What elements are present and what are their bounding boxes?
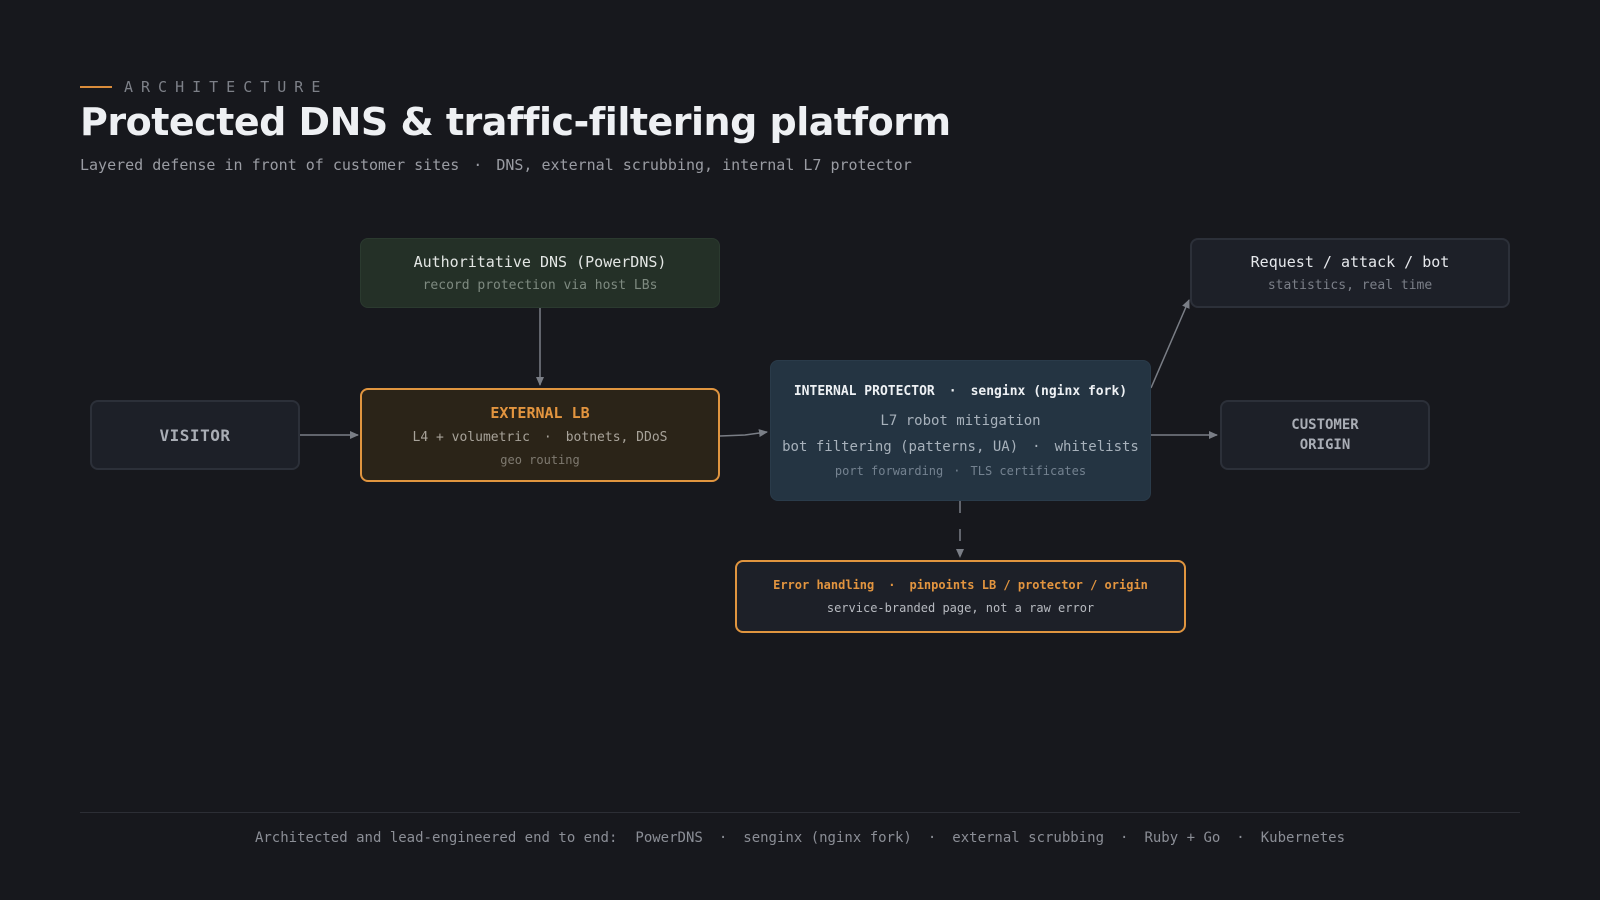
footer-credits: Architected and lead-engineered end to e… [0, 830, 1600, 846]
footer-item: PowerDNS [635, 830, 703, 846]
stats-title: Request / attack / bot [1250, 253, 1450, 271]
internal-line2-a: bot filtering (patterns, UA) [782, 438, 1019, 455]
separator-dot: · [718, 830, 728, 846]
dns-detail: record protection via host LBs [422, 278, 658, 293]
footer-divider [80, 812, 1520, 813]
visitor-title: VISITOR [159, 425, 231, 445]
external-lb-detail-a: L4 + volumetric [412, 429, 530, 445]
node-customer-origin: CUSTOMER ORIGIN [1220, 400, 1430, 470]
error-title-a: Error handling [773, 578, 875, 592]
footer-item: external scrubbing [952, 830, 1104, 846]
separator-dot: · [543, 429, 552, 445]
footer-lead: Architected and lead-engineered end to e… [254, 830, 618, 846]
external-lb-detail: L4 + volumetric · botnets, DDoS [413, 430, 668, 445]
node-statistics: Request / attack / bot statistics, real … [1190, 238, 1510, 308]
internal-line3-b: TLS certificates [970, 463, 1087, 478]
node-error-handling: Error handling · pinpoints LB / protector … [735, 560, 1186, 633]
separator-dot: · [948, 383, 957, 399]
separator-dot: · [1032, 438, 1041, 455]
error-title: Error handling · pinpoints LB / protector … [773, 578, 1148, 592]
arrow-protector-to-stats [1150, 299, 1190, 389]
stats-detail: statistics, real time [1267, 278, 1433, 293]
node-authoritative-dns: Authoritative DNS (PowerDNS) record prot… [360, 238, 720, 308]
internal-line2-b: whitelists [1054, 438, 1139, 455]
internal-title-a: INTERNAL PROTECTOR [793, 383, 935, 399]
internal-line-1: L7 robot mitigation [880, 412, 1041, 429]
node-internal-protector: INTERNAL PROTECTOR · senginx (nginx fork) … [770, 360, 1151, 501]
separator-dot: · [953, 463, 961, 478]
internal-protector-title: INTERNAL PROTECTOR · senginx (nginx fork) [794, 384, 1127, 399]
footer-item: Ruby + Go [1144, 830, 1221, 846]
internal-line3-a: port forwarding [834, 463, 944, 478]
node-external-lb: EXTERNAL LB L4 + volumetric · botnets, DDo… [360, 388, 720, 482]
error-detail: service-branded page, not a raw error [826, 601, 1095, 615]
origin-title: CUSTOMER ORIGIN [1291, 417, 1359, 453]
dns-title: Authoritative DNS (PowerDNS) [413, 253, 667, 271]
footer-item: senginx (nginx fork) [743, 830, 912, 846]
arrow-external-lb-to-protector [719, 429, 768, 438]
external-lb-detail-b: botnets, DDoS [565, 429, 668, 445]
error-title-b: pinpoints LB / protector / origin [909, 578, 1148, 592]
external-lb-title: EXTERNAL LB [490, 403, 590, 422]
separator-dot: · [1236, 830, 1245, 846]
footer-item: Kubernetes [1260, 830, 1346, 846]
internal-title-b: senginx (nginx fork) [970, 383, 1128, 399]
separator-dot: · [1120, 830, 1129, 846]
internal-line-2: bot filtering (patterns, UA) · whitelists [782, 439, 1139, 455]
internal-line-3: port forwarding · TLS certificates [835, 464, 1086, 478]
separator-dot: · [888, 578, 896, 592]
node-visitor: VISITOR [90, 400, 300, 470]
external-lb-detail-c: geo routing [500, 452, 580, 467]
separator-dot: · [927, 830, 937, 846]
